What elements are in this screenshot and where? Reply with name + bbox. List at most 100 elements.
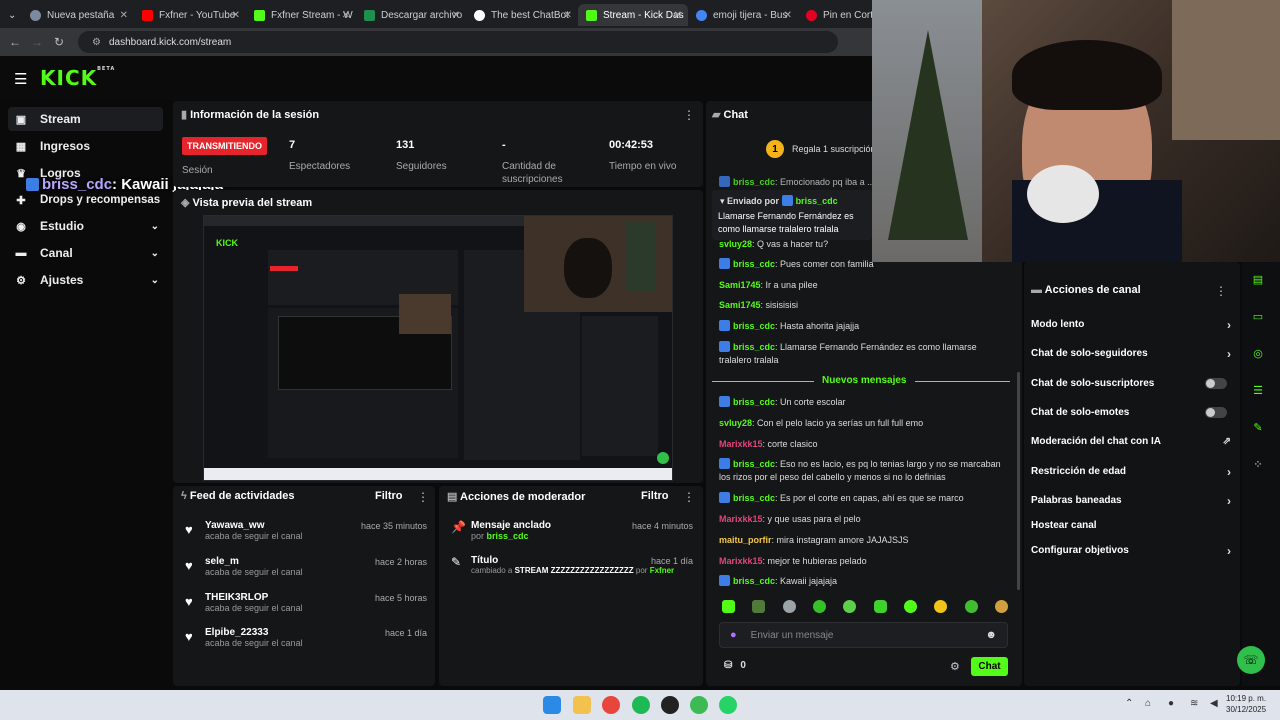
microphone-icon[interactable]: ● (1168, 698, 1174, 709)
browser-tab-6[interactable]: emoji tijera - Bus ✕ (688, 4, 798, 26)
broadcast-icon[interactable]: ◎ (1246, 342, 1270, 364)
chat-user[interactable]: briss_cdc (733, 177, 775, 187)
chat-user[interactable]: briss_cdc (733, 259, 775, 269)
microphone-icon[interactable]: ● (730, 629, 737, 641)
pinned-message[interactable]: ▾ Enviado por briss_cdc Llamarse Fernand… (712, 190, 872, 240)
chat-user[interactable]: Sami1745 (719, 280, 761, 290)
sidebar-item-stream[interactable]: ▣ Stream (8, 107, 163, 131)
forward-icon[interactable]: → (26, 35, 48, 49)
emotes-only-toggle[interactable] (1205, 407, 1227, 418)
menu-icon[interactable]: ☰ (14, 70, 27, 88)
chat-user[interactable]: Marixkk15 (719, 556, 763, 566)
back-icon[interactable]: ← (4, 35, 26, 49)
action-banned-words[interactable]: Palabras baneadas › (1031, 494, 1231, 508)
new-messages-label[interactable]: Nuevos mensajes (814, 375, 915, 386)
chrome-profile-icon[interactable] (690, 696, 708, 714)
emote-icon[interactable] (812, 600, 826, 613)
support-chat-icon[interactable]: ☏ (1237, 646, 1265, 674)
chat-user[interactable]: svluy28 (719, 418, 752, 428)
file-explorer-icon[interactable] (573, 696, 591, 714)
notes-icon[interactable]: ▤ (1246, 268, 1270, 290)
subscribers-only-toggle[interactable] (1205, 378, 1227, 389)
sidebar-item-canal[interactable]: ▬ Canal ⌄ (8, 241, 163, 265)
sidebar-item-ajustes[interactable]: ⚙ Ajustes ⌄ (8, 268, 163, 292)
browser-tab-1[interactable]: Fxfner - YouTube ✕ (134, 4, 246, 26)
network-icon[interactable]: ⌂ (1145, 698, 1151, 709)
chat-user[interactable]: maitu_porfir (719, 535, 772, 545)
channel-points[interactable]: ⛁ 0 (724, 660, 746, 671)
close-icon[interactable]: ✕ (674, 10, 682, 21)
emote-icon[interactable] (782, 600, 796, 613)
emote-icon[interactable] (934, 600, 948, 613)
emote-icon[interactable] (843, 600, 857, 613)
chat-user[interactable]: briss_cdc (733, 397, 775, 407)
whatsapp-icon[interactable] (719, 696, 737, 714)
gift-sub-button[interactable]: 1 Regala 1 suscripción (766, 139, 872, 159)
chat-icon[interactable]: ▭ (1246, 305, 1270, 327)
action-ai-moderation[interactable]: Moderación del chat con IA ⇗ (1031, 436, 1231, 447)
chat-user[interactable]: Marixkk15 (719, 514, 763, 524)
close-icon[interactable]: ✕ (342, 10, 350, 21)
chat-user[interactable]: Sami1745 (719, 300, 761, 310)
chat-user[interactable]: briss_cdc (733, 321, 775, 331)
emote-icon[interactable] (903, 600, 917, 613)
spotify-icon[interactable] (632, 696, 650, 714)
more-options-icon[interactable]: ⋮ (1215, 284, 1227, 298)
action-configure-goals[interactable]: Configurar objetivos › (1031, 544, 1231, 558)
url-input[interactable]: ⚙ dashboard.kick.com/stream (78, 31, 838, 53)
stream-preview-video[interactable]: KICK (203, 215, 673, 481)
emote-icon[interactable] (722, 600, 735, 613)
feed-filter-button[interactable]: Filtro (375, 490, 403, 502)
close-icon[interactable]: ✕ (120, 10, 128, 21)
reload-icon[interactable]: ↻ (48, 35, 70, 49)
mod-filter-button[interactable]: Filtro (641, 490, 669, 502)
chat-user[interactable]: briss_cdc (733, 576, 775, 586)
close-icon[interactable]: ✕ (232, 10, 240, 21)
emote-icon[interactable] (873, 600, 887, 613)
action-age-restriction[interactable]: Restricción de edad › (1031, 465, 1231, 479)
tab-list-button[interactable]: ⌄ (0, 4, 22, 26)
browser-tab-4[interactable]: The best ChatBot ✕ (466, 4, 578, 26)
action-host-channel[interactable]: Hostear canal (1031, 520, 1231, 531)
emoji-icon[interactable]: ☻ (985, 629, 997, 641)
chrome-icon[interactable] (602, 696, 620, 714)
start-icon[interactable] (543, 696, 561, 714)
browser-tab-3[interactable]: Descargar archivo ✕ (356, 4, 466, 26)
action-slow-mode[interactable]: Modo lento › (1031, 318, 1231, 332)
chat-send-button[interactable]: Chat (971, 657, 1008, 676)
emote-icon[interactable] (994, 600, 1008, 613)
browser-tab-2[interactable]: Fxfner Stream - W ✕ (246, 4, 356, 26)
chevron-up-icon[interactable]: ⌃ (1125, 698, 1133, 709)
emote-icon[interactable] (752, 600, 766, 613)
wifi-icon[interactable]: ≋ (1190, 698, 1198, 709)
action-followers-only[interactable]: Chat de solo-seguidores › (1031, 347, 1231, 361)
chat-user[interactable]: briss_cdc (733, 459, 775, 469)
mod-action-user[interactable]: briss_cdc (487, 531, 529, 541)
chat-scrollbar[interactable] (1017, 372, 1020, 590)
sidebar-item-ingresos[interactable]: ▦ Ingresos (8, 134, 163, 158)
chat-settings-gear-icon[interactable]: ⚙ (950, 660, 960, 673)
chat-user[interactable]: briss_cdc (733, 342, 775, 352)
tools-icon[interactable]: ✎ (1246, 416, 1270, 438)
browser-tab-0[interactable]: Nueva pestaña ✕ (22, 4, 134, 26)
more-options-icon[interactable]: ⋮ (417, 490, 429, 504)
apps-icon[interactable]: ⁘ (1246, 453, 1270, 475)
close-icon[interactable]: ✕ (452, 10, 460, 21)
mod-action-user[interactable]: Fxfner (650, 566, 674, 575)
list-icon[interactable]: ☰ (1246, 379, 1270, 401)
more-options-icon[interactable]: ⋮ (683, 490, 695, 504)
chat-user[interactable]: svluy28 (719, 239, 752, 249)
obs-icon[interactable] (661, 696, 679, 714)
close-icon[interactable]: ✕ (784, 10, 792, 21)
taskbar-clock[interactable]: 10:19 p. m. 30/12/2025 (1226, 693, 1266, 715)
volume-icon[interactable]: ◀ (1210, 698, 1218, 709)
more-options-icon[interactable]: ⋮ (683, 108, 695, 122)
chat-input[interactable]: ● Enviar un mensaje ☻ (719, 622, 1008, 648)
chat-user[interactable]: briss_cdc (733, 493, 775, 503)
sidebar-item-estudio[interactable]: ◉ Estudio ⌄ (8, 214, 163, 238)
browser-tab-5[interactable]: Stream - Kick Das ✕ (578, 4, 688, 26)
close-icon[interactable]: ✕ (564, 10, 572, 21)
chat-user[interactable]: Marixkk15 (719, 439, 763, 449)
browser-tab-7[interactable]: Pin en Cortes (798, 4, 872, 26)
emote-icon[interactable] (964, 600, 978, 613)
